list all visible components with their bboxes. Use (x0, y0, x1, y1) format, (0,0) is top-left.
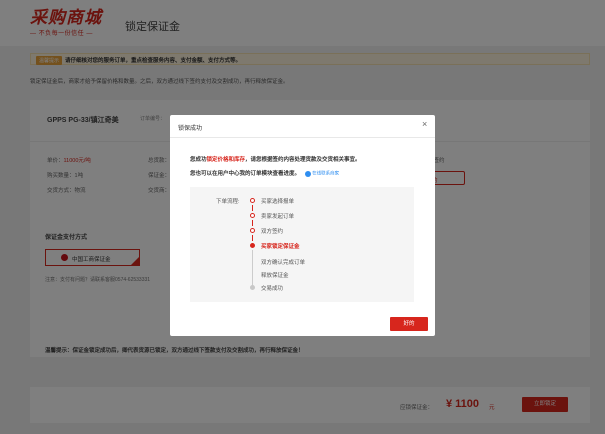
step-connector (252, 205, 253, 211)
step-label: 双方确认完成订单 (261, 260, 306, 266)
step-label: 双方签约 (261, 229, 284, 235)
step-label-current: 买家锁定保证金 (261, 244, 300, 250)
step-connector (252, 220, 253, 226)
progress-hint-text: 您也可以在用户中心我的订单模块查看进度。 (190, 171, 301, 177)
close-icon[interactable]: × (422, 120, 427, 129)
step-label: 释放保证金 (261, 273, 289, 279)
msg-suffix: ，请您根据签约内容处理货款及交货相关事宜。 (245, 157, 361, 163)
step-dot-pending-icon (250, 285, 255, 290)
step-label: 卖家发起订单 (261, 214, 295, 220)
progress-hint: 您也可以在用户中心我的订单模块查看进度。 在线联系商家 (190, 169, 339, 177)
order-flow-box: 下单流程: 买家选择报单 卖家发起订单 双方签约 买家锁定保证金 双方确认完成订… (190, 187, 414, 302)
step-dot-icon (250, 198, 255, 203)
step-dot-active-icon (250, 243, 255, 248)
step-connector (252, 250, 253, 286)
step-connector (252, 235, 253, 241)
step-dot-icon (250, 213, 255, 218)
step-dot-icon (250, 228, 255, 233)
step-label: 交易成功 (261, 286, 284, 292)
ok-button[interactable]: 好的 (390, 317, 428, 331)
chat-icon[interactable] (304, 170, 311, 177)
success-message: 您成功锁定价格和库存，请您根据签约内容处理货款及交货相关事宜。 (190, 155, 361, 163)
flow-label: 下单流程: (216, 199, 240, 205)
step-label: 买家选择报单 (261, 199, 295, 205)
msg-prefix: 您成功 (190, 157, 207, 163)
msg-highlight: 锁定价格和库存 (206, 157, 246, 163)
dialog-title: 锁保成功 (178, 126, 203, 132)
success-dialog: 锁保成功 × 您成功锁定价格和库存，请您根据签约内容处理货款及交货相关事宜。 您… (170, 115, 435, 336)
dialog-divider (170, 137, 435, 138)
contact-merchant-link[interactable]: 在线联系商家 (312, 171, 339, 176)
